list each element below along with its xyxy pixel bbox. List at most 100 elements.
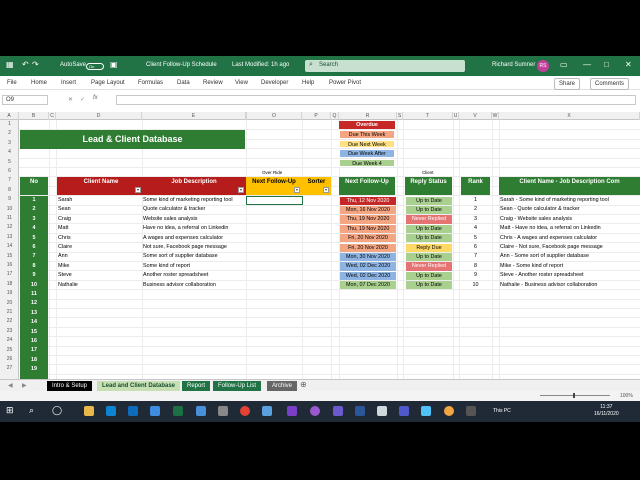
formula-input[interactable] [116,95,636,105]
client-name-cell[interactable]: Chris [58,234,142,243]
column-header[interactable]: O [247,112,302,120]
row-header[interactable]: 17 [0,270,19,279]
combined-cell[interactable]: Matt - Have no idea, a referral on Linke… [500,224,640,233]
combined-cell[interactable]: Nathalie - Business advisor collaboratio… [500,281,640,290]
row-header[interactable]: 27 [0,364,19,373]
menu-file[interactable]: File [7,80,17,86]
next-follow-up-cell[interactable]: Thu, 19 Nov 2020 [340,215,396,224]
ribbon-display-icon[interactable]: ▭ [560,61,568,69]
autosave-toggle[interactable]: On [86,63,104,70]
column-header[interactable]: P [302,112,331,120]
next-follow-up-cell[interactable]: Fri, 20 Nov 2020 [340,234,396,243]
row-header[interactable]: 1 [0,120,19,129]
rank-cell[interactable]: 3 [461,215,490,224]
row-header[interactable]: 23 [0,327,19,336]
share-button[interactable]: Share [554,78,581,90]
job-description-cell[interactable]: Not sure, Facebook page message [143,243,245,252]
job-description-cell[interactable]: Have no idea, a referral on Linkedin [143,224,245,233]
row-header[interactable]: 24 [0,336,19,345]
outlook-icon[interactable] [128,406,138,416]
job-description-cell[interactable]: Business advisor collaboration [143,281,245,290]
save-icon[interactable]: ▣ [110,61,118,69]
column-header[interactable]: A [0,112,19,120]
task-view-icon[interactable]: ◯ [52,405,62,416]
next-follow-up-cell[interactable]: Mon, 16 Nov 2020 [340,205,396,215]
combined-cell[interactable]: Ann - Some sort of supplier database [500,252,640,261]
enter-icon[interactable]: ✓ [80,96,85,103]
next-follow-up-cell[interactable]: Wed, 02 Dec 2020 [340,262,396,271]
row-header[interactable]: 3 [0,139,19,148]
menu-page-layout[interactable]: Page Layout [91,80,125,86]
rank-cell[interactable]: 5 [461,234,490,243]
menu-view[interactable]: View [235,80,248,86]
reply-status-cell[interactable]: Up to Date [406,196,452,205]
word-icon[interactable] [355,406,365,416]
row-header[interactable]: 13 [0,233,19,242]
rank-cell[interactable]: 9 [461,271,490,280]
row-header[interactable]: 25 [0,346,19,355]
app-icon[interactable] [310,406,320,416]
column-header[interactable]: C [49,112,56,120]
next-follow-up-cell[interactable]: Mon, 30 Nov 2020 [340,252,396,262]
row-header[interactable]: 26 [0,355,19,364]
mail-icon[interactable] [150,406,160,416]
client-name-cell[interactable]: Craig [58,215,142,224]
client-name-cell[interactable]: Matt [58,224,142,233]
tab-scroll-left-icon[interactable]: ◀ [8,382,13,389]
client-name-cell[interactable]: Nathalie [58,281,142,290]
row-header[interactable]: 21 [0,308,19,317]
reply-status-cell[interactable]: Up to Date [406,252,452,262]
column-header[interactable]: B [19,112,49,120]
combined-cell[interactable]: Claire - Not sure, Facebook page message [500,243,640,252]
row-header[interactable]: 5 [0,158,19,167]
next-follow-up-cell[interactable]: Wed, 02 Dec 2020 [340,271,396,281]
job-description-cell[interactable]: Some sort of supplier database [143,252,245,261]
row-header[interactable]: 4 [0,148,19,157]
app-icon[interactable] [377,406,387,416]
row-header[interactable]: 2 [0,129,19,138]
column-header[interactable]: E [142,112,246,120]
combined-cell[interactable]: Steve - Another roster spreadsheet [500,271,640,280]
job-description-cell[interactable]: Website sales analysis [143,215,245,224]
row-header[interactable]: 14 [0,242,19,251]
search-input[interactable]: ⌕ Search [305,60,465,72]
row-header[interactable]: 15 [0,252,19,261]
reply-status-cell[interactable]: Reply Due [406,243,452,252]
row-header[interactable]: 20 [0,299,19,308]
client-name-cell[interactable]: Ann [58,252,142,261]
cancel-icon[interactable]: ✕ [68,96,73,103]
row-header[interactable]: 7 [0,176,19,185]
next-follow-up-cell[interactable]: Fri, 20 Nov 2020 [340,243,396,252]
combined-cell[interactable]: Craig - Website sales analysis [500,215,640,224]
chrome-icon[interactable] [240,406,250,416]
row-header[interactable]: 10 [0,205,19,214]
client-name-cell[interactable]: Steve [58,271,142,280]
column-header[interactable]: X [499,112,640,120]
reply-status-cell[interactable]: Never Replied [406,262,452,271]
row-header[interactable]: 22 [0,317,19,326]
job-description-cell[interactable]: A wages and expenses calculator [143,234,245,243]
add-sheet-icon[interactable]: ⊕ [300,380,307,389]
menu-home[interactable]: Home [31,80,47,86]
rank-cell[interactable]: 1 [461,196,490,205]
row-header[interactable]: 6 [0,167,19,176]
rank-cell[interactable]: 10 [461,281,490,290]
search-icon[interactable]: ⌕ [29,405,34,416]
name-box[interactable]: O9 [2,95,48,105]
reply-status-cell[interactable]: Up to Date [406,281,452,290]
row-header[interactable]: 11 [0,214,19,223]
comments-button[interactable]: Comments [590,78,630,90]
filter-dropdown-icon[interactable]: ▾ [238,187,244,193]
job-description-cell[interactable]: Some kind of marketing reporting tool [143,196,245,205]
menu-developer[interactable]: Developer [261,80,288,86]
job-description-cell[interactable]: Another roster spreadsheet [143,271,245,280]
app-icon[interactable] [421,406,431,416]
menu-help[interactable]: Help [302,80,314,86]
tab-report[interactable]: Report [182,381,211,391]
excel-icon[interactable] [173,406,183,416]
row-header[interactable]: 8 [0,186,19,195]
rank-cell[interactable]: 2 [461,205,490,214]
rank-cell[interactable]: 6 [461,243,490,252]
combined-cell[interactable]: Sean - Quote calculator & tracker [500,205,640,214]
redo-icon[interactable]: ↷ [32,61,39,69]
